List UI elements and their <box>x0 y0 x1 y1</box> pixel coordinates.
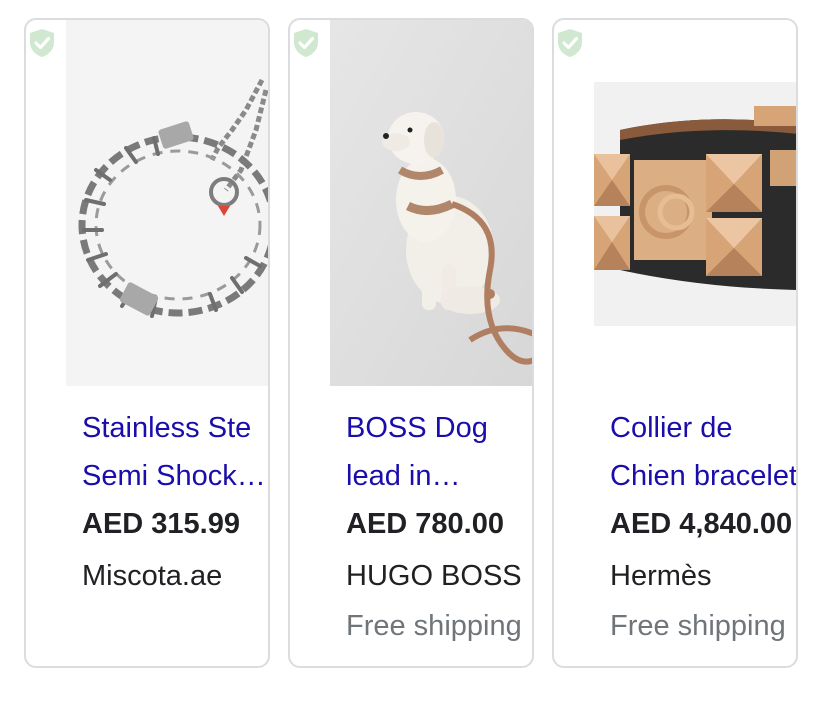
product-image[interactable] <box>66 20 268 386</box>
product-title-line: Stainless Ste <box>82 412 252 444</box>
verified-shield-icon <box>30 29 54 57</box>
leather-cuff-bracelet-image <box>594 20 796 386</box>
product-price: AED 4,840.00 <box>610 508 793 540</box>
product-price: AED 780.00 <box>346 508 504 540</box>
dog-on-leash-image <box>330 20 532 386</box>
product-price: AED 315.99 <box>82 508 240 540</box>
product-title-line: BOSS Dog <box>346 412 488 444</box>
product-card[interactable]: Collier de Chien bracelet AED 4,840.00 H… <box>552 18 798 668</box>
product-image[interactable] <box>330 20 532 386</box>
shipping-info: Free shipping <box>346 610 522 642</box>
prong-collar-image <box>66 20 268 386</box>
merchant-name: Hermès <box>610 560 712 592</box>
merchant-name: HUGO BOSS <box>346 560 522 592</box>
product-title-link[interactable]: Collier de Chien bracelet <box>610 404 797 500</box>
product-card[interactable]: BOSS Dog lead in… AED 780.00 HUGO BOSS F… <box>288 18 534 668</box>
product-title-line: Chien bracelet <box>610 460 797 492</box>
verified-shield-icon <box>294 29 318 57</box>
product-title-line: lead in… <box>346 460 461 492</box>
product-title-line: Collier de <box>610 412 733 444</box>
product-card[interactable]: Stainless Ste Semi Shock… AED 315.99 Mis… <box>24 18 270 668</box>
product-image[interactable] <box>594 20 796 386</box>
verified-shield-icon <box>558 29 582 57</box>
merchant-name: Miscota.ae <box>82 560 223 592</box>
product-title-link[interactable]: BOSS Dog lead in… <box>346 404 532 500</box>
product-title-line: Semi Shock… <box>82 460 266 492</box>
product-title-link[interactable]: Stainless Ste Semi Shock… <box>82 404 268 500</box>
shipping-info: Free shipping <box>610 610 786 642</box>
